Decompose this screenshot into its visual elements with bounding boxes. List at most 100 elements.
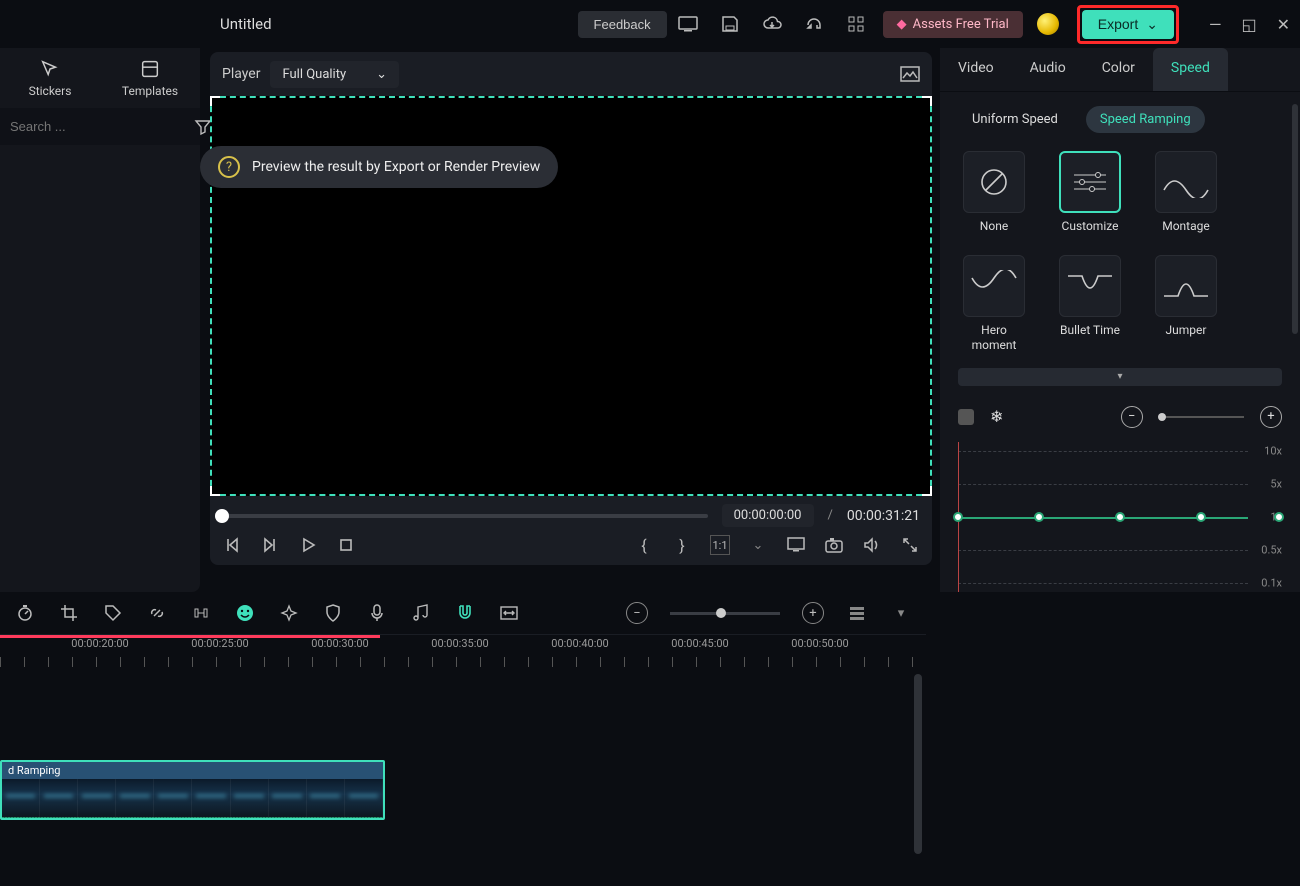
mic-icon[interactable]: [366, 602, 388, 624]
export-button[interactable]: Export ⌄: [1082, 10, 1174, 39]
clip-label: d Ramping: [2, 762, 383, 779]
mode-ramping[interactable]: Speed Ramping: [1086, 106, 1205, 133]
ruler-label: 00:00:50:00: [791, 637, 848, 650]
clip-waveform: [2, 817, 383, 820]
smiley-icon[interactable]: [234, 602, 256, 624]
grid-icon[interactable]: [839, 7, 873, 41]
maximize-button[interactable]: ◱: [1241, 15, 1256, 34]
search-row: ⋯: [0, 108, 200, 145]
close-button[interactable]: ✕: [1277, 15, 1290, 34]
tab-color[interactable]: Color: [1084, 48, 1153, 91]
export-label: Export: [1098, 16, 1138, 32]
tab-stickers[interactable]: Stickers: [0, 48, 100, 108]
preset-customize[interactable]: Customize: [1054, 151, 1126, 235]
fullscreen-icon[interactable]: [900, 535, 920, 555]
preset-customize-label: Customize: [1062, 219, 1119, 235]
cloud-icon[interactable]: [755, 7, 789, 41]
time-separator: /: [828, 508, 833, 523]
project-title: Untitled: [220, 15, 272, 33]
headset-icon[interactable]: [797, 7, 831, 41]
preset-bullet-label: Bullet Time: [1060, 323, 1120, 339]
zoom-timeline-slider[interactable]: [670, 612, 780, 615]
play-button[interactable]: [298, 535, 318, 555]
zoom-in-timeline[interactable]: +: [802, 602, 824, 624]
ylabel-01x: 0.1x: [1261, 576, 1282, 589]
snowflake-icon[interactable]: ❄: [990, 407, 1003, 426]
tab-video[interactable]: Video: [940, 48, 1012, 91]
timeline-toolbar: − + ▾: [0, 592, 926, 634]
left-panel: Stickers Templates ⋯: [0, 48, 200, 592]
preset-hero[interactable]: Hero moment: [958, 255, 1030, 354]
zoom-out-timeline[interactable]: −: [626, 602, 648, 624]
minimize-button[interactable]: —: [1209, 15, 1222, 34]
tab-speed[interactable]: Speed: [1153, 48, 1228, 91]
speed-graph[interactable]: 10x 5x 1x 0.5x 0.1x: [958, 442, 1282, 592]
prev-frame-button[interactable]: [222, 535, 242, 555]
device-icon[interactable]: [671, 7, 705, 41]
quality-value: Full Quality: [282, 67, 346, 82]
preset-none-label: None: [980, 219, 1008, 235]
shield-icon[interactable]: [322, 602, 344, 624]
step-button[interactable]: [260, 535, 280, 555]
top-bar: Untitled Feedback ◆ Assets Free Trial Ex…: [0, 0, 1300, 48]
search-input[interactable]: [10, 119, 186, 134]
theme-icon[interactable]: [1037, 13, 1059, 35]
snapshot-icon[interactable]: [900, 66, 920, 82]
zoom-out-graph[interactable]: −: [1121, 406, 1143, 428]
chevron-down-icon[interactable]: ⌄: [748, 535, 768, 555]
save-icon[interactable]: [713, 7, 747, 41]
panel-scrollbar[interactable]: [1292, 104, 1298, 334]
preset-jumper[interactable]: Jumper: [1150, 255, 1222, 354]
expand-presets[interactable]: ▾: [958, 368, 1282, 386]
crop-icon[interactable]: [58, 602, 80, 624]
sparkle-icon[interactable]: [278, 602, 300, 624]
ylabel-05x: 0.5x: [1261, 543, 1282, 556]
tab-templates[interactable]: Templates: [100, 48, 200, 108]
preset-hero-label: Hero moment: [958, 323, 1030, 354]
freeze-square-icon[interactable]: [958, 409, 974, 425]
bracket-right-icon[interactable]: }: [672, 535, 692, 555]
link-icon[interactable]: [146, 602, 168, 624]
ruler-label: 00:00:35:00: [431, 637, 488, 650]
timeline-scrollbar[interactable]: [914, 674, 922, 854]
bracket-left-icon[interactable]: {: [634, 535, 654, 555]
music-icon[interactable]: [410, 602, 432, 624]
scrub-slider[interactable]: [222, 514, 708, 518]
volume-icon[interactable]: [862, 535, 882, 555]
preview-canvas[interactable]: ? Preview the result by Export or Render…: [210, 96, 932, 496]
tag-icon[interactable]: [102, 602, 124, 624]
track-layout-icon[interactable]: [846, 602, 868, 624]
fit-icon[interactable]: [498, 602, 520, 624]
feedback-button[interactable]: Feedback: [578, 11, 667, 38]
window-controls: — ◱ ✕: [1209, 15, 1290, 34]
quality-select[interactable]: Full Quality ⌄: [270, 61, 399, 88]
stopwatch-icon[interactable]: [14, 602, 36, 624]
video-clip[interactable]: d Ramping: [0, 760, 385, 820]
preset-montage[interactable]: Montage: [1150, 151, 1222, 235]
stop-button[interactable]: [336, 535, 356, 555]
hint-icon: ?: [218, 156, 240, 178]
track-menu-icon[interactable]: ▾: [890, 602, 912, 624]
track-area[interactable]: d Ramping: [0, 674, 926, 874]
camera-icon[interactable]: [824, 535, 844, 555]
time-total: 00:00:31:21: [847, 508, 920, 524]
assets-trial-button[interactable]: ◆ Assets Free Trial: [883, 11, 1023, 38]
preset-none[interactable]: None: [958, 151, 1030, 235]
zoom-graph-slider[interactable]: [1159, 416, 1244, 418]
mode-uniform[interactable]: Uniform Speed: [958, 106, 1072, 133]
tab-audio[interactable]: Audio: [1012, 48, 1084, 91]
cut-icon[interactable]: [190, 602, 212, 624]
preview-panel: Player Full Quality ⌄ ? Preview the resu…: [200, 48, 940, 592]
ylabel-5x: 5x: [1270, 477, 1282, 490]
ruler-label: 00:00:20:00: [71, 637, 128, 650]
tab-stickers-label: Stickers: [29, 84, 72, 98]
display-icon[interactable]: [786, 535, 806, 555]
zoom-in-graph[interactable]: +: [1260, 406, 1282, 428]
preset-bullet[interactable]: Bullet Time: [1054, 255, 1126, 354]
magnet-icon[interactable]: [454, 602, 476, 624]
gem-icon: ◆: [897, 17, 907, 32]
timeline-ruler[interactable]: 00:00:20:00 00:00:25:00 00:00:30:00 00:0…: [0, 634, 926, 674]
preset-jumper-label: Jumper: [1166, 323, 1207, 339]
ratio-button[interactable]: 1:1: [710, 535, 730, 555]
ruler-label: 00:00:25:00: [191, 637, 248, 650]
